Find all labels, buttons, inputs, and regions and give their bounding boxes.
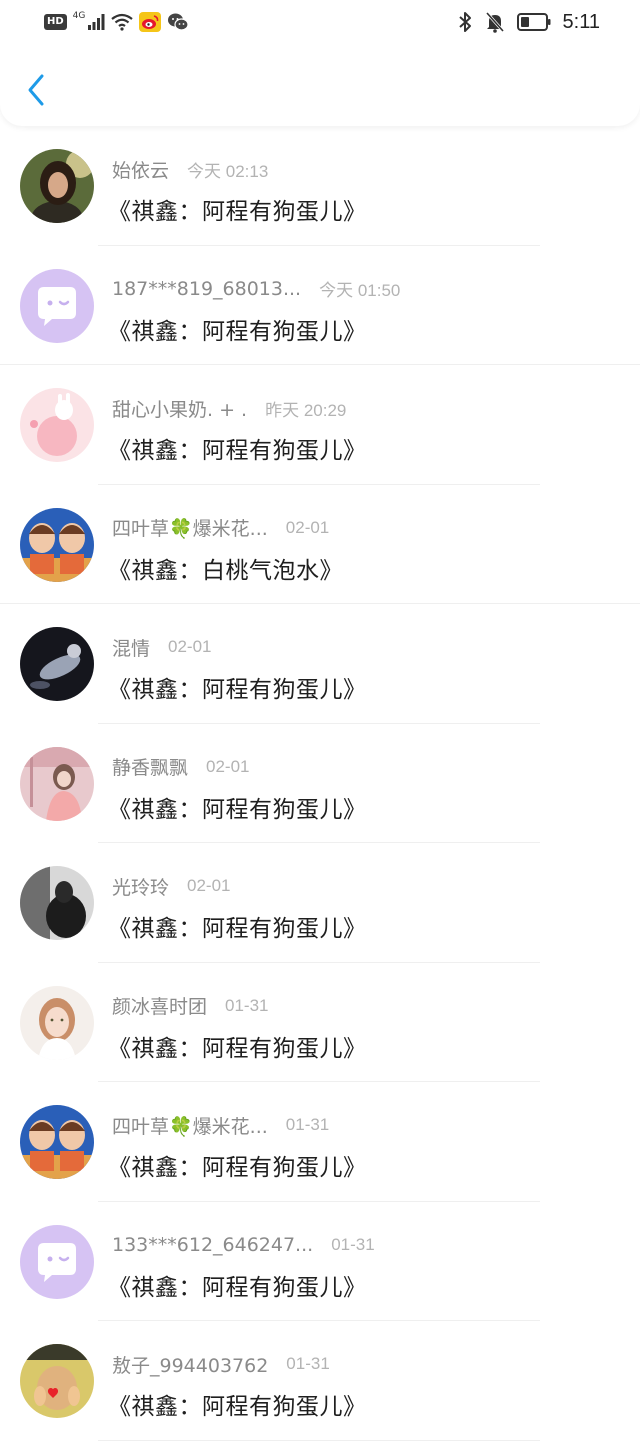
post-date: 今天 01:50: [319, 281, 401, 300]
item-meta: 甜心小果奶. + . 昨天 20:29: [112, 395, 346, 421]
list-item[interactable]: 甜心小果奶. + . 昨天 20:29 《祺鑫：阿程有狗蛋儿》: [0, 365, 640, 485]
item-title[interactable]: 《祺鑫：阿程有狗蛋儿》: [108, 312, 367, 346]
list-item[interactable]: 光玲玲 02-01 《祺鑫：阿程有狗蛋儿》: [0, 843, 640, 963]
post-date: 今天 02:13: [187, 161, 269, 181]
author-name[interactable]: 颜冰喜时团: [112, 992, 207, 1019]
list-item[interactable]: 颜冰喜时团 01-31 《祺鑫：阿程有狗蛋儿》: [0, 963, 640, 1082]
divider: [98, 1439, 540, 1441]
post-date: 02-01: [187, 876, 231, 895]
post-date: 01-31: [225, 995, 269, 1015]
avatar[interactable]: [20, 507, 94, 582]
hd-badge: HD: [44, 14, 67, 30]
item-title[interactable]: 《祺鑫：阿程有狗蛋儿》: [108, 670, 367, 704]
status-left-icons: HD 4G: [44, 10, 189, 34]
item-title[interactable]: 《祺鑫：阿程有狗蛋儿》: [108, 431, 367, 465]
network-type-label: 4G: [72, 11, 86, 21]
item-meta: 187***819_68013... 今天 01:50: [112, 276, 400, 302]
author-name[interactable]: 四叶草🍀爆米花...: [112, 1112, 268, 1139]
item-meta: 混情 02-01: [112, 634, 212, 660]
post-date: 02-01: [285, 517, 330, 537]
author-name[interactable]: 敖子_994403762: [112, 1351, 268, 1378]
author-name[interactable]: 静香飘飘: [112, 753, 188, 780]
post-date: 02-01: [168, 637, 212, 656]
item-title[interactable]: 《祺鑫：阿程有狗蛋儿》: [108, 1029, 367, 1063]
item-meta: 133***612_646247... 01-31: [112, 1232, 375, 1258]
item-meta: 光玲玲 02-01: [112, 873, 231, 899]
post-date: 01-31: [331, 1234, 375, 1254]
item-title[interactable]: 《祺鑫：阿程有狗蛋儿》: [108, 192, 367, 226]
avatar[interactable]: [20, 388, 94, 462]
item-meta: 静香飘飘 02-01: [112, 754, 250, 780]
list-item[interactable]: 四叶草🍀爆米花... 01-31 《祺鑫：阿程有狗蛋儿》: [0, 1082, 640, 1202]
author-name[interactable]: 187***819_68013...: [112, 278, 301, 300]
item-title[interactable]: 《祺鑫：阿程有狗蛋儿》: [108, 1148, 367, 1182]
list-item[interactable]: 静香飘飘 02-01 《祺鑫：阿程有狗蛋儿》: [0, 724, 640, 843]
post-date: 01-31: [285, 1115, 330, 1134]
status-bar: HD 4G 5:11: [0, 0, 640, 44]
item-title[interactable]: 《祺鑫：阿程有狗蛋儿》: [108, 1387, 367, 1421]
battery-icon: [516, 13, 551, 31]
avatar[interactable]: [20, 268, 94, 343]
wifi-icon: [111, 13, 134, 31]
author-name[interactable]: 四叶草🍀爆米花...: [112, 514, 268, 541]
signal-icon: [88, 14, 105, 30]
message-list: 始依云 今天 02:13 《祺鑫：阿程有狗蛋儿》 187***819_68013...…: [0, 126, 640, 1441]
avatar[interactable]: [20, 1344, 94, 1418]
list-item[interactable]: 混情 02-01 《祺鑫：阿程有狗蛋儿》: [0, 604, 640, 724]
item-meta: 四叶草🍀爆米花... 01-31: [112, 1112, 329, 1138]
list-item[interactable]: 始依云 今天 02:13 《祺鑫：阿程有狗蛋儿》: [0, 126, 640, 246]
author-name[interactable]: 甜心小果奶. + .: [112, 395, 247, 422]
avatar[interactable]: [20, 627, 94, 701]
post-date: 02-01: [206, 756, 250, 776]
weibo-icon: [139, 12, 162, 32]
list-item[interactable]: 四叶草🍀爆米花... 02-01 《祺鑫：白桃气泡水》: [0, 485, 640, 604]
bluetooth-icon: [458, 12, 471, 32]
back-button[interactable]: [20, 70, 52, 110]
top-header: HD 4G 5:11: [0, 0, 640, 126]
item-title[interactable]: 《祺鑫：白桃气泡水》: [108, 551, 343, 585]
author-name[interactable]: 光玲玲: [112, 873, 169, 900]
post-date: 昨天 20:29: [265, 400, 347, 420]
chevron-left-icon: [28, 74, 44, 106]
avatar[interactable]: [20, 746, 94, 821]
item-title[interactable]: 《祺鑫：阿程有狗蛋儿》: [108, 909, 367, 943]
mute-bell-icon: [485, 12, 504, 33]
list-item[interactable]: 敖子_994403762 01-31 《祺鑫：阿程有狗蛋儿》: [0, 1321, 640, 1441]
avatar[interactable]: [20, 1224, 94, 1299]
author-name[interactable]: 混情: [112, 634, 150, 661]
item-meta: 始依云 今天 02:13: [112, 156, 268, 182]
item-meta: 颜冰喜时团 01-31: [112, 993, 269, 1019]
status-time: 5:11: [562, 10, 600, 33]
post-date: 01-31: [286, 1354, 330, 1373]
avatar[interactable]: [20, 866, 94, 940]
item-meta: 四叶草🍀爆米花... 02-01: [112, 515, 329, 541]
list-item[interactable]: 187***819_68013... 今天 01:50 《祺鑫：阿程有狗蛋儿》: [0, 246, 640, 365]
wechat-icon: [168, 13, 189, 31]
avatar[interactable]: [20, 149, 94, 223]
author-name[interactable]: 133***612_646247...: [112, 1234, 313, 1256]
status-right-icons: 5:11: [457, 8, 600, 36]
avatar[interactable]: [20, 985, 94, 1060]
list-item[interactable]: 133***612_646247... 01-31 《祺鑫：阿程有狗蛋儿》: [0, 1202, 640, 1321]
avatar[interactable]: [20, 1105, 94, 1179]
author-name[interactable]: 始依云: [112, 156, 169, 183]
item-meta: 敖子_994403762 01-31: [112, 1351, 330, 1377]
item-title[interactable]: 《祺鑫：阿程有狗蛋儿》: [108, 1268, 367, 1302]
item-title[interactable]: 《祺鑫：阿程有狗蛋儿》: [108, 790, 367, 824]
